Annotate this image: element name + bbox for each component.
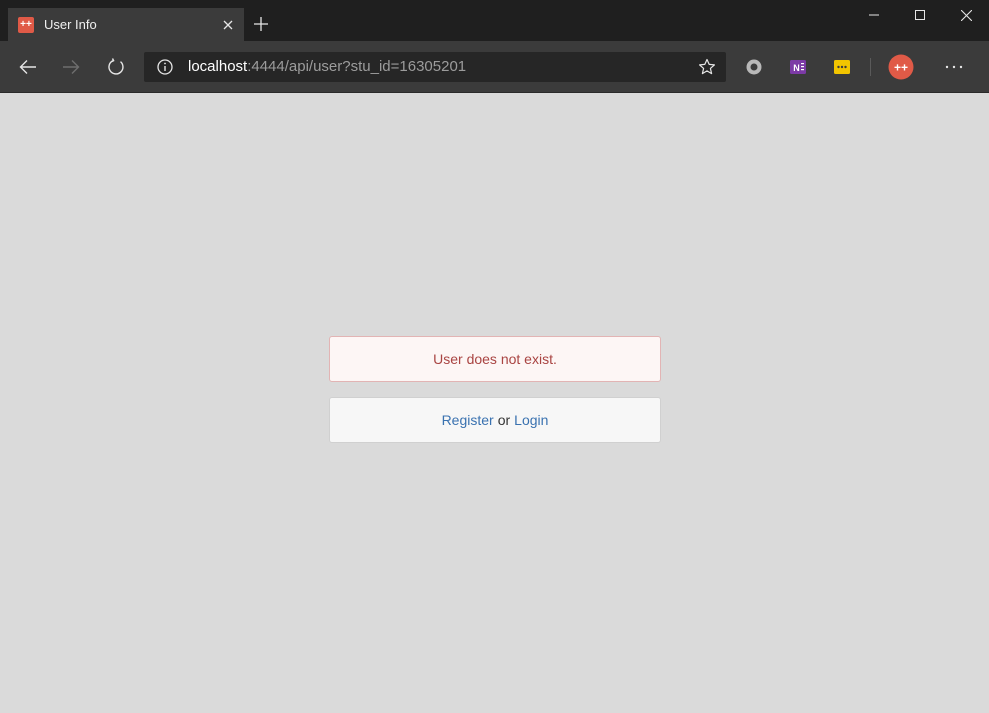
toolbar-separator [870,58,871,76]
url-text[interactable]: localhost:4444/api/user?stu_id=16305201 [188,58,466,76]
record-icon [746,59,762,75]
error-alert: User does not exist. [329,336,661,382]
avatar: ++ [888,54,914,80]
onenote-letter: N [793,63,800,73]
new-tab-button[interactable] [247,10,275,38]
register-link[interactable]: Register [442,412,494,428]
url-host: localhost [188,58,248,75]
extension-record-button[interactable] [742,55,766,79]
onenote-icon: N [790,60,806,74]
login-link[interactable]: Login [514,412,548,428]
info-icon[interactable] [156,58,174,76]
refresh-icon [108,58,124,75]
arrow-left-icon [19,60,36,74]
plus-icon [254,17,268,31]
address-bar[interactable]: localhost:4444/api/user?stu_id=16305201 [144,52,726,82]
extension-onenote-button[interactable]: N [786,55,810,79]
minimize-button[interactable] [851,0,897,30]
window-close-button[interactable] [943,0,989,30]
title-bar: ++ User Info [0,0,989,41]
browser-toolbar: localhost:4444/api/user?stu_id=16305201 … [0,41,989,93]
more-menu-button[interactable] [942,55,966,79]
favicon-icon: ++ [18,16,34,33]
arrow-right-icon [63,60,80,74]
close-icon [223,20,233,29]
close-icon [960,9,972,21]
url-path: :4444/api/user?stu_id=16305201 [247,58,467,75]
page-content: User does not exist. Register or Login [0,94,989,713]
minimize-icon [869,14,879,16]
extension-notes-button[interactable] [830,55,854,79]
sticky-note-icon [834,60,850,74]
error-message: User does not exist. [433,351,557,367]
avatar-label: ++ [894,61,908,75]
maximize-icon [915,10,925,20]
back-button[interactable] [12,51,44,83]
auth-links-panel: Register or Login [329,397,661,443]
browser-tab[interactable]: ++ User Info [8,8,244,41]
forward-button[interactable] [55,51,87,83]
profile-avatar-button[interactable]: ++ [887,53,915,81]
tab-close-button[interactable] [214,11,242,39]
or-text: or [497,412,511,428]
refresh-button[interactable] [100,51,132,83]
favorite-star-icon[interactable] [698,58,716,76]
tab-title: User Info [44,17,97,32]
more-dots-icon [945,65,963,69]
maximize-button[interactable] [897,0,943,30]
